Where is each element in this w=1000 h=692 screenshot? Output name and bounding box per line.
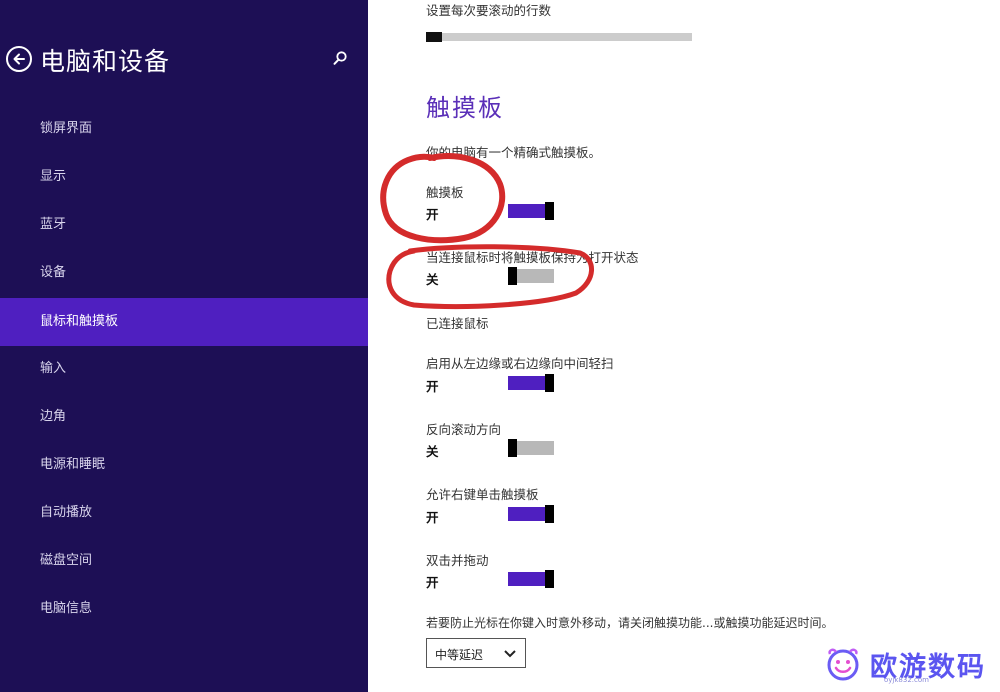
setting-state: 开 xyxy=(426,207,439,222)
sidebar-item-label: 电源和睡眠 xyxy=(40,457,106,472)
sidebar-item-disk-space[interactable]: 磁盘空间 xyxy=(0,537,368,585)
sidebar: 电脑和设备 锁屏界面 显示 蓝牙 设备 鼠标和触摸板 输入 边角 电源和睡眠 自… xyxy=(0,0,368,692)
setting-label: 允许右键单击触摸板 xyxy=(426,487,539,502)
keep-touchpad-on-toggle[interactable] xyxy=(508,267,556,285)
back-arrow-icon[interactable] xyxy=(6,46,32,72)
setting-state: 开 xyxy=(426,379,439,394)
sidebar-item-label: 鼠标和触摸板 xyxy=(40,314,119,329)
delay-select-value: 中等延迟 xyxy=(435,648,484,662)
search-icon[interactable] xyxy=(330,49,350,69)
right-click-toggle[interactable] xyxy=(508,505,556,523)
sidebar-item-label: 磁盘空间 xyxy=(40,553,93,568)
setting-label: 启用从左边缘或右边缘向中间轻扫 xyxy=(426,356,614,371)
setting-state: 开 xyxy=(426,510,439,525)
edge-swipe-toggle[interactable] xyxy=(508,374,556,392)
settings-content: 设置每次要滚动的行数 触摸板 你的电脑有一个精确式触摸板。 触摸板 开 当连接鼠… xyxy=(368,0,1000,692)
sidebar-item-label: 输入 xyxy=(40,361,67,376)
sidebar-item-autoplay[interactable]: 自动播放 xyxy=(0,489,368,537)
setting-state: 开 xyxy=(426,575,439,590)
chevron-down-icon xyxy=(504,650,516,658)
sidebar-item-label: 自动播放 xyxy=(40,505,93,520)
sidebar-item-power-sleep[interactable]: 电源和睡眠 xyxy=(0,441,368,489)
watermark: 欧游数码 oyjk832.com xyxy=(824,642,994,688)
sidebar-item-typing[interactable]: 输入 xyxy=(0,345,368,393)
toggle-knob xyxy=(508,439,517,457)
sidebar-header: 电脑和设备 xyxy=(0,36,368,84)
toggle-knob xyxy=(545,570,554,588)
setting-state: 关 xyxy=(426,444,439,459)
sidebar-item-label: 显示 xyxy=(40,169,67,184)
mouse-connected-status: 已连接鼠标 xyxy=(426,316,489,331)
delay-description: 若要防止光标在你键入时意外移动，请关闭触摸功能...或触摸功能延迟时间。 xyxy=(426,616,834,630)
page-title: 电脑和设备 xyxy=(40,47,171,76)
sidebar-item-label: 蓝牙 xyxy=(40,217,67,232)
watermark-url: oyjk832.com xyxy=(884,676,929,684)
section-title: 触摸板 xyxy=(426,94,504,122)
sidebar-item-label: 边角 xyxy=(40,409,67,424)
setting-label: 当连接鼠标时将触摸板保持为打开状态 xyxy=(426,250,639,265)
sidebar-item-lock-screen[interactable]: 锁屏界面 xyxy=(0,105,368,153)
smiley-logo-icon xyxy=(827,648,859,681)
setting-label: 触摸板 xyxy=(426,185,464,200)
setting-label: 双击并拖动 xyxy=(426,553,489,568)
sidebar-item-corners[interactable]: 边角 xyxy=(0,393,368,441)
toggle-knob xyxy=(545,374,554,392)
toggle-knob xyxy=(545,202,554,220)
sidebar-item-devices[interactable]: 设备 xyxy=(0,249,368,297)
toggle-knob xyxy=(508,267,517,285)
sidebar-item-pc-info[interactable]: 电脑信息 xyxy=(0,585,368,633)
precision-note: 你的电脑有一个精确式触摸板。 xyxy=(426,145,602,160)
sidebar-item-bluetooth[interactable]: 蓝牙 xyxy=(0,201,368,249)
sidebar-item-label: 设备 xyxy=(40,265,67,280)
sidebar-item-display[interactable]: 显示 xyxy=(0,153,368,201)
scroll-lines-slider[interactable] xyxy=(426,32,692,42)
touchpad-toggle[interactable] xyxy=(508,202,556,220)
delay-select[interactable]: 中等延迟 xyxy=(426,638,526,668)
double-tap-drag-toggle[interactable] xyxy=(508,570,556,588)
reverse-scroll-toggle[interactable] xyxy=(508,439,556,457)
sidebar-item-label: 锁屏界面 xyxy=(40,121,93,136)
setting-label: 反向滚动方向 xyxy=(426,422,502,437)
slider-thumb[interactable] xyxy=(426,32,442,42)
sidebar-item-label: 电脑信息 xyxy=(40,601,93,616)
setting-state: 关 xyxy=(426,272,439,287)
toggle-knob xyxy=(545,505,554,523)
scroll-lines-label: 设置每次要滚动的行数 xyxy=(426,3,552,18)
sidebar-item-mouse-touchpad[interactable]: 鼠标和触摸板 xyxy=(0,298,368,346)
